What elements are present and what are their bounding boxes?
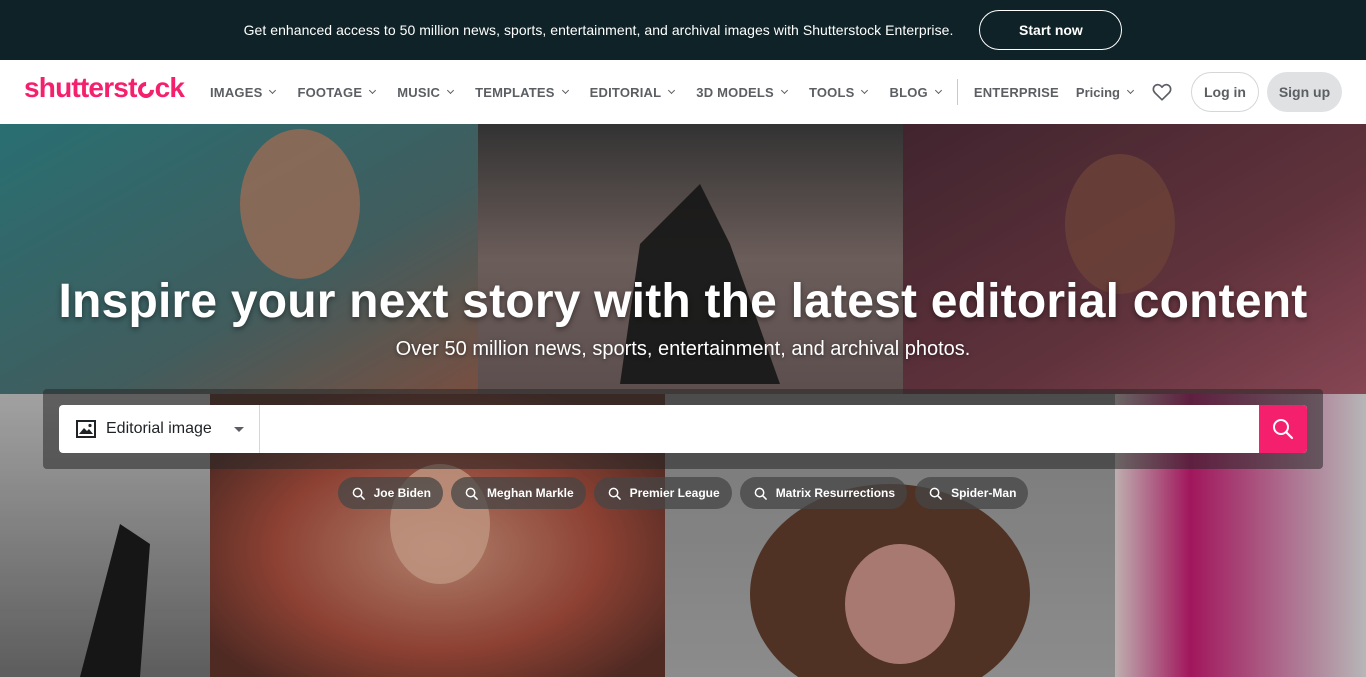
chevron-down-icon: [780, 86, 788, 95]
nav-blog[interactable]: BLOG: [889, 85, 942, 100]
search-icon: [754, 487, 767, 500]
image-icon: [76, 420, 96, 438]
chevron-down-icon: [369, 86, 377, 95]
search-icon: [352, 487, 365, 500]
chevron-down-icon: [561, 86, 569, 95]
trending-chip[interactable]: Joe Biden: [337, 477, 443, 509]
caret-down-icon: [234, 427, 244, 432]
promo-banner: Get enhanced access to 50 million news, …: [0, 0, 1366, 60]
nav-enterprise[interactable]: ENTERPRISE: [974, 85, 1059, 100]
promo-text: Get enhanced access to 50 million news, …: [243, 22, 954, 38]
search-button[interactable]: [1259, 405, 1307, 453]
chevron-down-icon: [668, 86, 676, 95]
signup-button[interactable]: Sign up: [1267, 72, 1342, 112]
trending-chip[interactable]: Meghan Markle: [450, 477, 586, 509]
chevron-down-icon: [447, 86, 455, 95]
chevron-down-icon: [1126, 86, 1135, 95]
media-type-select[interactable]: Editorial image: [59, 405, 260, 453]
main-nav: shutterst ck IMAGES FOOTAGE MUSIC TEMPLAT…: [0, 60, 1366, 124]
trending-chip[interactable]: Spider-Man: [915, 477, 1029, 509]
chevron-down-icon: [861, 86, 869, 95]
login-button[interactable]: Log in: [1191, 72, 1259, 112]
search-icon: [608, 487, 621, 500]
pricing-menu[interactable]: Pricing: [1076, 85, 1135, 100]
hero-title: Inspire your next story with the latest …: [58, 275, 1308, 328]
heart-icon[interactable]: [1151, 81, 1173, 103]
search-panel: Editorial image: [43, 389, 1323, 469]
primary-menu: IMAGES FOOTAGE MUSIC TEMPLATES EDITORIAL…: [210, 60, 1081, 124]
trending-chip[interactable]: Matrix Resurrections: [739, 477, 908, 509]
nav-editorial[interactable]: EDITORIAL: [590, 85, 676, 100]
hero-section: Inspire your next story with the latest …: [0, 124, 1366, 677]
trending-searches: Joe Biden Meghan Markle Premier League M…: [0, 477, 1366, 509]
search-icon: [929, 487, 942, 500]
nav-tools[interactable]: TOOLS: [809, 85, 869, 100]
chevron-down-icon: [269, 86, 277, 95]
nav-music[interactable]: MUSIC: [397, 85, 455, 100]
nav-3d-models[interactable]: 3D MODELS: [696, 85, 788, 100]
trending-chip[interactable]: Premier League: [593, 477, 732, 509]
nav-divider: [956, 79, 958, 105]
search-icon: [1273, 419, 1294, 440]
hero-subtitle: Over 50 million news, sports, entertainm…: [395, 338, 971, 360]
search-bar: Editorial image: [59, 405, 1307, 453]
account-nav: Pricing Log in Sign up: [1076, 60, 1342, 124]
chevron-down-icon: [934, 86, 942, 95]
start-now-button[interactable]: Start now: [979, 10, 1123, 50]
media-type-label: Editorial image: [106, 420, 212, 437]
nav-templates[interactable]: TEMPLATES: [475, 85, 569, 100]
shutterstock-logo[interactable]: shutterst ck: [24, 72, 185, 104]
search-input[interactable]: [260, 405, 1259, 453]
nav-footage[interactable]: FOOTAGE: [297, 85, 377, 100]
nav-images[interactable]: IMAGES: [210, 85, 277, 100]
search-icon: [465, 487, 478, 500]
